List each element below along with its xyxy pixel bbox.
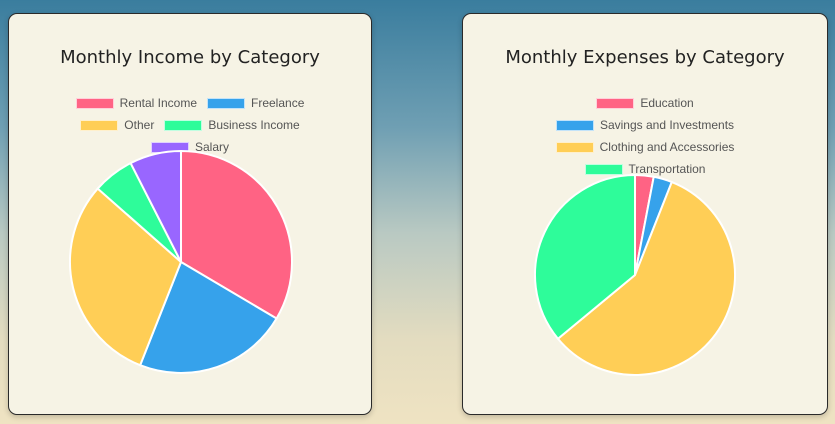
income-chart-title: Monthly Income by Category — [60, 47, 320, 68]
legend-item-savings-and-investments[interactable]: Savings and Investments — [555, 118, 735, 132]
legend-label: Savings and Investments — [599, 118, 735, 132]
legend-label: Other — [124, 118, 155, 132]
legend-swatch — [596, 97, 635, 109]
legend-item-education[interactable]: Education — [596, 96, 694, 110]
legend-label: Business Income — [208, 118, 300, 132]
legend-swatch — [555, 119, 594, 131]
legend-swatch — [584, 163, 623, 175]
legend-item-freelance[interactable]: Freelance — [207, 96, 304, 110]
legend-label: Clothing and Accessories — [599, 140, 735, 154]
legend-label: Education — [640, 96, 694, 110]
legend-row: Clothing and Accessories — [463, 136, 827, 158]
legend-item-rental-income[interactable]: Rental Income — [75, 96, 197, 110]
legend-row: Other Business Income — [9, 114, 371, 136]
income-chart-legend: Rental Income Freelance Other Business Inco… — [9, 92, 371, 158]
legend-item-business-income[interactable]: Business Income — [164, 118, 300, 132]
income-pie-chart — [69, 150, 293, 374]
legend-row: Education — [463, 92, 827, 114]
legend-swatch — [164, 119, 203, 131]
legend-swatch — [75, 97, 114, 109]
expenses-chart-card: Monthly Expenses by Category Education Sa… — [462, 13, 828, 415]
legend-swatch — [207, 97, 245, 109]
income-chart-card: Monthly Income by Category Rental Income… — [8, 13, 372, 415]
legend-row: Rental Income Freelance — [9, 92, 371, 114]
legend-item-other[interactable]: Other — [80, 118, 154, 132]
legend-swatch — [555, 141, 594, 153]
expenses-pie-chart — [534, 174, 736, 376]
legend-item-clothing-and-accessories[interactable]: Clothing and Accessories — [555, 140, 735, 154]
legend-label: Freelance — [251, 96, 305, 110]
expenses-chart-title: Monthly Expenses by Category — [505, 47, 785, 68]
expenses-chart-legend: Education Savings and Investments Clothing… — [463, 92, 827, 180]
legend-swatch — [80, 119, 119, 131]
legend-row: Savings and Investments — [463, 114, 827, 136]
legend-label: Rental Income — [119, 96, 197, 110]
